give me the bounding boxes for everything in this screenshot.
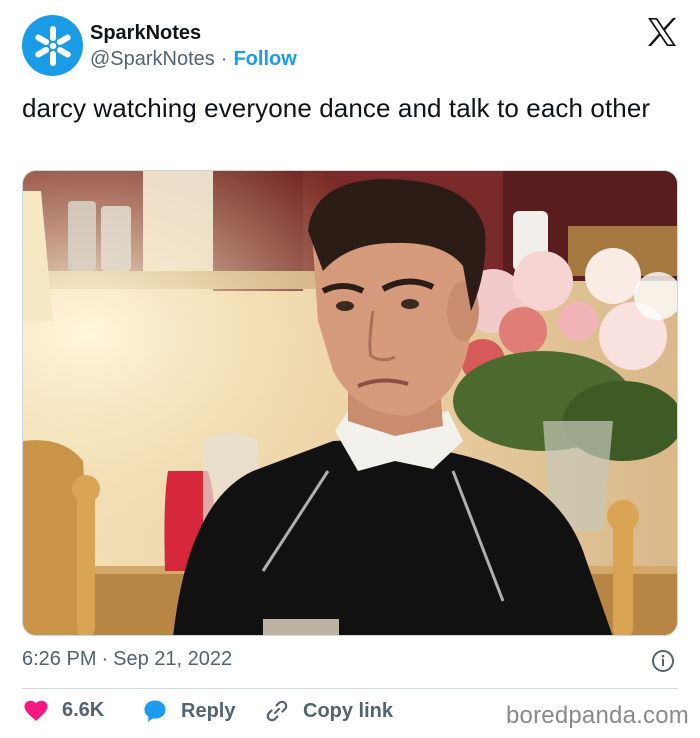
handle-separator: ·: [220, 48, 228, 70]
speech-bubble-icon: [144, 700, 166, 722]
photo-illustration: [23, 171, 677, 635]
info-icon[interactable]: [651, 649, 675, 673]
tweet-timestamp[interactable]: 6:26 PM · Sep 21, 2022: [22, 648, 232, 671]
copy-link-label: Copy link: [303, 699, 394, 722]
like-button[interactable]: 6.6K: [24, 699, 104, 722]
copy-link-button[interactable]: Copy link: [265, 699, 393, 723]
author-avatar[interactable]: [22, 15, 83, 76]
actions-divider: [22, 688, 678, 689]
reply-button[interactable]: Reply: [143, 699, 235, 723]
author-handle-line: @SparkNotes · Follow: [90, 48, 297, 71]
link-icon: [266, 700, 288, 722]
tweet-date: Sep 21, 2022: [113, 648, 233, 670]
like-count: 6.6K: [62, 699, 105, 721]
author-name[interactable]: SparkNotes: [90, 22, 201, 45]
follow-button[interactable]: Follow: [233, 48, 296, 70]
watermark: boredpanda.com: [506, 702, 689, 729]
heart-icon: [24, 700, 48, 721]
x-logo-icon[interactable]: [646, 17, 678, 47]
tweet-photo[interactable]: [22, 170, 678, 636]
tweet-time: 6:26 PM: [22, 648, 97, 670]
sparknotes-logo-icon: [34, 25, 71, 66]
timestamp-separator: ·: [101, 648, 109, 670]
author-handle[interactable]: @SparkNotes: [90, 48, 215, 70]
tweet-text: darcy watching everyone dance and talk t…: [22, 93, 651, 123]
tweet-card: SparkNotes @SparkNotes · Follow darcy watc…: [0, 0, 700, 738]
reply-label: Reply: [181, 699, 236, 722]
